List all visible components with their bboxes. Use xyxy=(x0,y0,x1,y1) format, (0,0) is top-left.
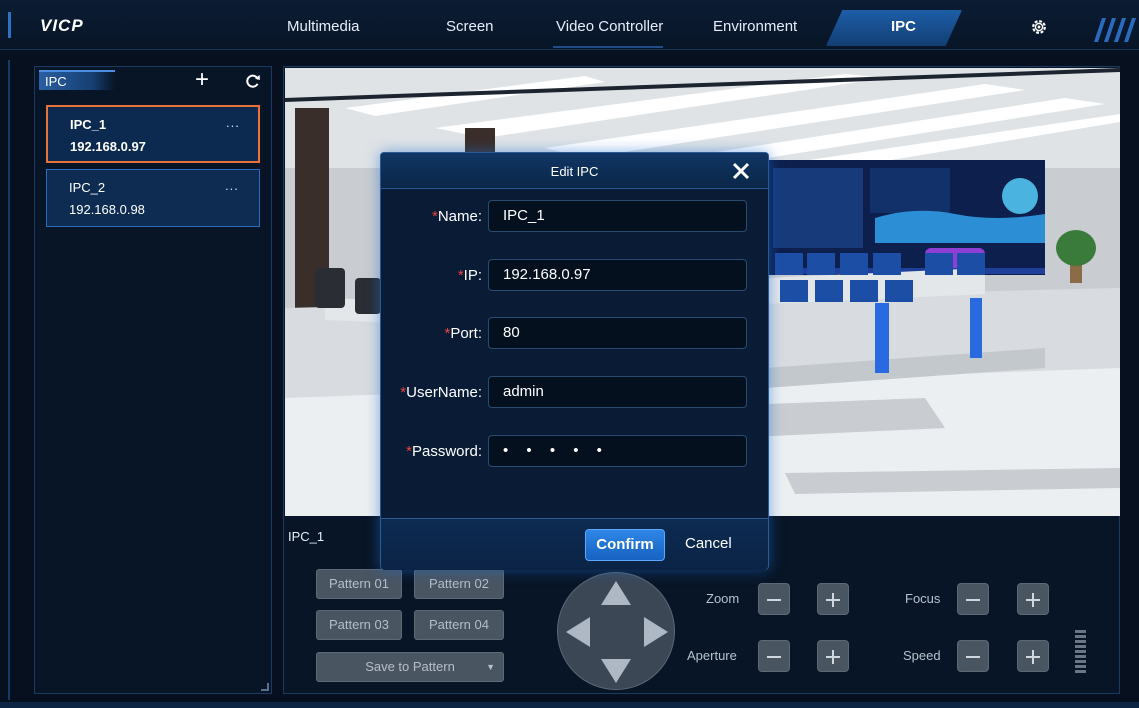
port-field-label: *Port: xyxy=(444,325,482,342)
ip-field-label: *IP: xyxy=(458,267,482,284)
more-options-icon[interactable]: ... xyxy=(225,178,239,193)
dialog-title: Edit IPC xyxy=(550,164,599,179)
ipc-list-header: IPC + xyxy=(35,67,271,95)
bottom-edge-decoration xyxy=(0,702,1139,708)
aperture-decrease-button[interactable] xyxy=(758,640,790,672)
arrow-right-icon[interactable] xyxy=(644,617,668,647)
port-input[interactable]: 80 xyxy=(488,317,747,349)
port-label-text: Port: xyxy=(450,325,482,342)
tab-environment[interactable]: Environment xyxy=(713,18,797,35)
arrow-up-icon[interactable] xyxy=(601,581,631,605)
zoom-out-button[interactable] xyxy=(758,583,790,615)
tab-screen[interactable]: Screen xyxy=(446,18,494,35)
username-field-label: *UserName: xyxy=(400,384,482,401)
zoom-label: Zoom xyxy=(706,591,740,606)
arrow-left-icon[interactable] xyxy=(566,617,590,647)
more-options-icon[interactable]: ... xyxy=(226,115,240,130)
save-to-pattern-label: Save to Pattern xyxy=(365,659,455,674)
edit-ipc-dialog: Edit IPC *Name: IPC_1 *IP: 192.168.0.97 … xyxy=(380,152,769,570)
dialog-footer: Confirm Cancel xyxy=(381,518,768,570)
tab-underline xyxy=(553,46,663,48)
speed-level-icon xyxy=(1075,630,1086,673)
focus-label: Focus xyxy=(905,591,941,606)
focus-increase-button[interactable] xyxy=(1017,583,1049,615)
resize-grip-icon[interactable] xyxy=(261,683,269,691)
aperture-label: Aperture xyxy=(687,648,737,663)
gear-icon[interactable] xyxy=(1030,18,1048,36)
selected-camera-label: IPC_1 xyxy=(288,529,325,544)
ipc-item-ip: 192.168.0.97 xyxy=(70,139,146,154)
dialog-header: Edit IPC xyxy=(381,153,768,189)
password-field-label: *Password: xyxy=(406,443,482,460)
ipc-list-panel: IPC + IPC_1 192.168.0.97 ... IPC_2 192.1… xyxy=(34,66,272,694)
tab-ipc[interactable]: IPC xyxy=(891,18,916,35)
username-input[interactable]: admin xyxy=(488,376,747,408)
username-label-text: UserName: xyxy=(406,384,482,401)
name-field-label: *Name: xyxy=(432,208,482,225)
name-label-text: Name: xyxy=(437,208,482,225)
speed-decrease-button[interactable] xyxy=(957,640,989,672)
pattern-01-button[interactable]: Pattern 01 xyxy=(316,569,402,599)
chevron-down-icon: ▼ xyxy=(486,662,495,672)
top-bar: VICP Multimedia Screen Video Controller … xyxy=(0,0,1139,50)
zoom-in-button[interactable] xyxy=(817,583,849,615)
tab-multimedia[interactable]: Multimedia xyxy=(287,18,360,35)
tab-video-controller[interactable]: Video Controller xyxy=(556,18,663,35)
arrow-down-icon[interactable] xyxy=(601,659,631,683)
focus-decrease-button[interactable] xyxy=(957,583,989,615)
ipc-item-ip: 192.168.0.98 xyxy=(69,202,145,217)
password-label-text: Password: xyxy=(411,443,482,460)
ip-input[interactable]: 192.168.0.97 xyxy=(488,259,747,291)
ipc-list-title: IPC xyxy=(39,70,115,90)
confirm-button[interactable]: Confirm xyxy=(585,529,665,561)
pattern-02-button[interactable]: Pattern 02 xyxy=(414,569,504,599)
close-icon[interactable] xyxy=(731,161,751,181)
plus-icon[interactable]: + xyxy=(195,68,209,92)
ipc-item-name: IPC_2 xyxy=(69,180,106,195)
name-input[interactable]: IPC_1 xyxy=(488,200,747,232)
app-logo: VICP xyxy=(40,16,84,35)
ipc-item-name: IPC_1 xyxy=(70,117,107,132)
ip-label-text: IP: xyxy=(463,267,482,284)
cancel-button[interactable]: Cancel xyxy=(685,535,732,552)
speed-label: Speed xyxy=(903,648,941,663)
pattern-04-button[interactable]: Pattern 04 xyxy=(414,610,504,640)
topbar-edge-decoration xyxy=(8,12,11,38)
speed-increase-button[interactable] xyxy=(1017,640,1049,672)
stripes-decoration-icon xyxy=(1094,18,1136,42)
ipc-list-item-ipc-1[interactable]: IPC_1 192.168.0.97 ... xyxy=(46,105,260,163)
save-to-pattern-dropdown[interactable]: Save to Pattern ▼ xyxy=(316,652,504,682)
aperture-increase-button[interactable] xyxy=(817,640,849,672)
frame-edge-left xyxy=(8,60,10,700)
ptz-joystick[interactable] xyxy=(557,572,675,690)
refresh-icon[interactable] xyxy=(245,73,261,89)
password-input[interactable]: • • • • • xyxy=(488,435,747,467)
pattern-03-button[interactable]: Pattern 03 xyxy=(316,610,402,640)
ipc-list-item-ipc-2[interactable]: IPC_2 192.168.0.98 ... xyxy=(46,169,260,227)
